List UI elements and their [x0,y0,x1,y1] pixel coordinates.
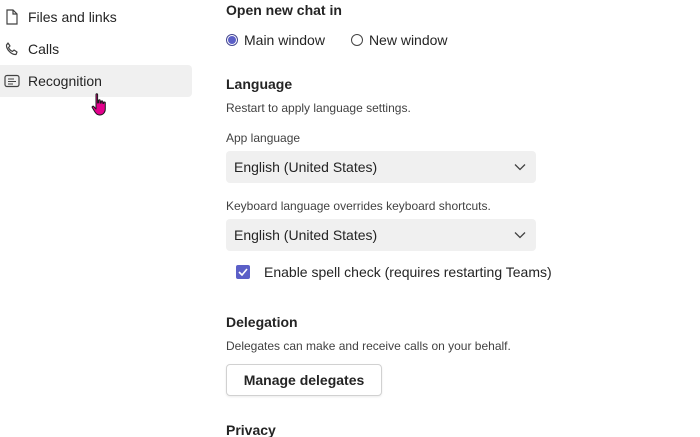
language-restart-note: Restart to apply language settings. [226,101,411,115]
sidebar-item-label: Calls [28,41,60,57]
app-language-value: English (United States) [234,159,378,175]
checkmark-icon [238,268,248,276]
new-window-label: New window [368,32,448,48]
main-window-radio[interactable]: Main window [226,32,325,48]
keyboard-language-dropdown[interactable]: English (United States) [226,219,536,251]
sidebar-item-files-and-links[interactable]: Files and links [0,1,192,33]
spell-check-label: Enable spell check (requires restarting … [264,264,552,280]
app-language-dropdown[interactable]: English (United States) [226,151,536,183]
radio-selected-indicator [226,34,238,46]
file-icon [4,9,20,25]
sidebar-item-label: Files and links [28,9,117,25]
keyboard-language-value: English (United States) [234,227,378,243]
recognition-icon [4,73,20,89]
hand-pointer-cursor-icon [91,93,106,116]
sidebar-item-label: Recognition [28,73,102,89]
open-chat-radio-group: Main window New window [226,31,474,49]
settings-panel: Open new chat in Main window New window … [226,0,686,437]
sidebar-item-calls[interactable]: Calls [0,33,192,65]
chevron-down-icon [514,163,526,171]
privacy-heading: Privacy [226,422,276,437]
phone-icon [4,41,20,57]
spell-check-checkbox[interactable] [236,265,250,279]
main-window-label: Main window [244,32,325,48]
app-language-label: App language [226,131,301,145]
language-heading: Language [226,76,293,92]
keyboard-language-label: Keyboard language overrides keyboard sho… [226,199,491,213]
delegation-heading: Delegation [226,314,298,330]
delegation-description: Delegates can make and receive calls on … [226,339,511,353]
spell-check-option: Enable spell check (requires restarting … [236,264,552,280]
radio-unselected-indicator [350,34,363,46]
chevron-down-icon [514,231,526,239]
new-window-radio[interactable]: New window [350,32,448,48]
open-new-chat-heading: Open new chat in [226,2,342,18]
settings-sidebar: Files and links Calls Recognition [0,0,200,437]
manage-delegates-button[interactable]: Manage delegates [226,364,382,396]
